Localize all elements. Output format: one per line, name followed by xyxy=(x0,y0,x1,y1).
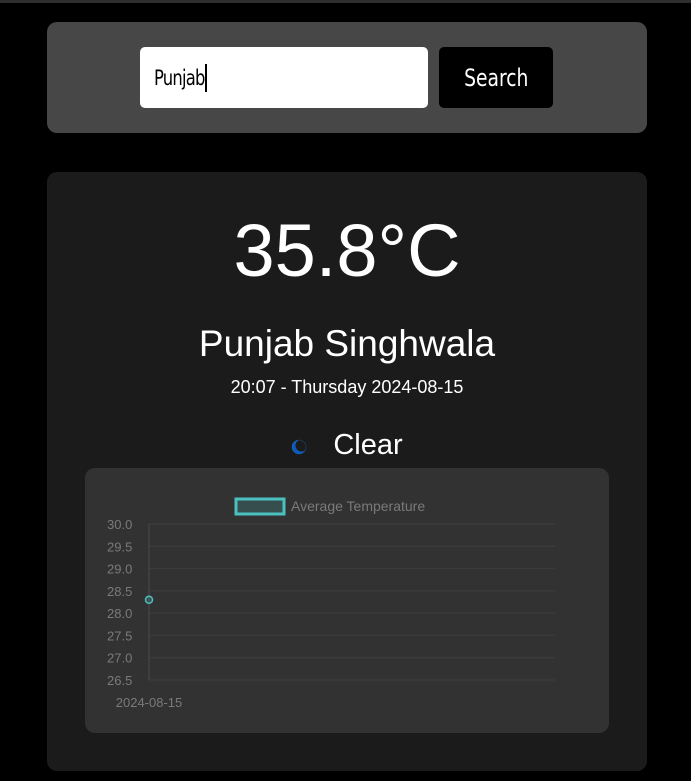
y-tick-label: 26.5 xyxy=(107,673,132,688)
y-tick-label: 29.5 xyxy=(107,539,132,554)
temperature-chart: 30.0 29.5 29.0 28.5 28.0 27.5 27.0 26.5 2024-08-… xyxy=(107,497,555,710)
temperature-chart-panel: 30.0 29.5 29.0 28.5 28.0 27.5 27.0 26.5 2024-08-… xyxy=(85,468,609,733)
search-input-value: Punjab xyxy=(154,65,205,90)
search-input[interactable]: Punjab xyxy=(140,47,428,108)
data-point[interactable] xyxy=(144,595,154,605)
y-tick-label: 28.5 xyxy=(107,584,132,599)
weather-panel: 35.8°C Punjab Singhwala 20:07 - Thursday… xyxy=(47,172,647,771)
temperature-value: 35.8°C xyxy=(233,209,461,292)
y-tick-label: 27.0 xyxy=(107,651,132,666)
weather-condition: Clear xyxy=(47,429,647,462)
y-tick-label: 27.5 xyxy=(107,628,132,643)
search-button[interactable]: Search xyxy=(439,47,553,108)
text-caret xyxy=(204,63,207,92)
search-button-label: Search xyxy=(463,63,529,92)
window-top-border xyxy=(0,0,691,3)
y-tick-label: 30.0 xyxy=(107,517,132,532)
moon-icon xyxy=(292,439,308,454)
x-tick-label: 2024-08-15 xyxy=(116,695,183,710)
y-tick-label: 28.0 xyxy=(107,606,132,621)
y-tick-label: 29.0 xyxy=(107,562,132,577)
location-name: Punjab Singhwala xyxy=(198,323,496,364)
local-datetime: 20:07 - Thursday 2024-08-15 xyxy=(230,377,464,397)
search-panel: Punjab Search xyxy=(47,22,647,133)
condition-label: Clear xyxy=(333,429,403,461)
legend-swatch[interactable] xyxy=(234,497,286,516)
legend-label[interactable]: Average Temperature xyxy=(291,498,425,514)
